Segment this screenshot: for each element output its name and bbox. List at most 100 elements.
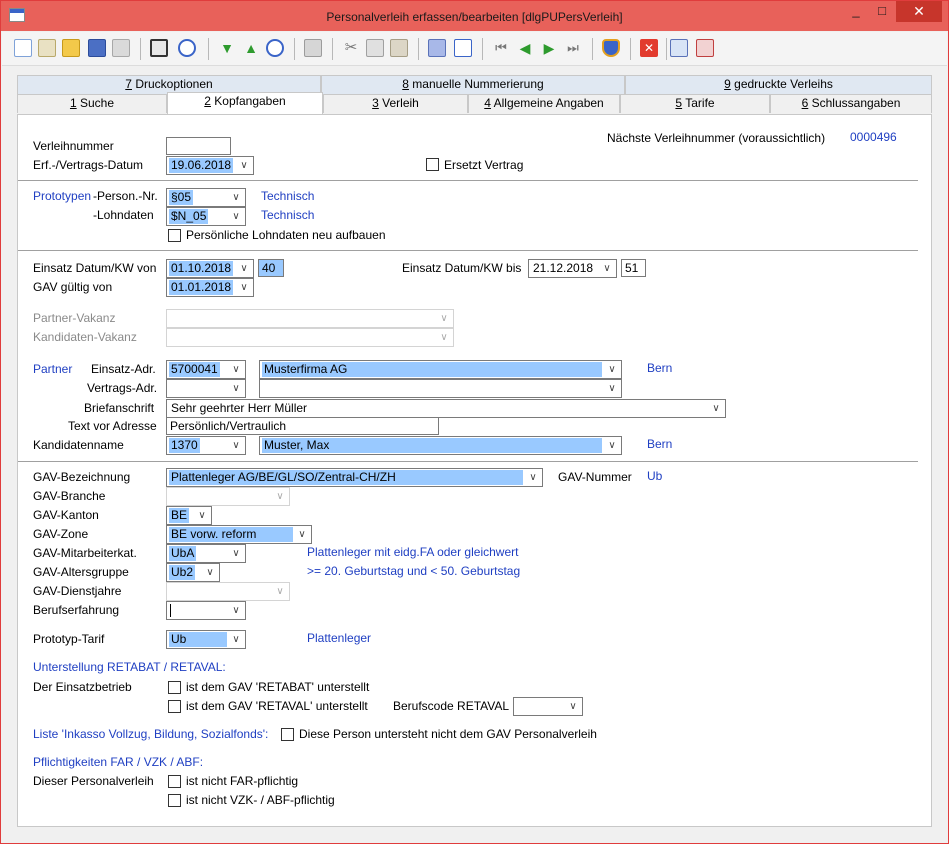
folder-icon[interactable] (62, 39, 80, 57)
chevron-down-icon: ∨ (712, 403, 720, 414)
gav-kanton-dropdown[interactable]: BE ∨ (166, 506, 212, 525)
shield-icon[interactable] (602, 39, 620, 57)
close-button[interactable]: ✕ (896, 1, 942, 22)
ersetzt-vertrag-checkbox[interactable] (426, 158, 439, 171)
paste-icon[interactable] (390, 39, 408, 57)
berufserfahrung-label: Berufserfahrung (33, 603, 120, 617)
gav-dienstjahre-dropdown[interactable]: ∨ (166, 582, 290, 601)
first-icon[interactable]: ⏮ (492, 39, 510, 57)
save-icon[interactable] (88, 39, 106, 57)
tab-tarife[interactable]: 5 Tarife (620, 94, 770, 113)
lohndaten-neu-label: Persönliche Lohndaten neu aufbauen (186, 228, 386, 242)
person-nr-label: -Person.-Nr. (93, 189, 158, 203)
layout-icon[interactable] (150, 39, 168, 57)
tab-kopfangaben[interactable]: 2 Kopfangaben (167, 92, 323, 114)
gav-branche-dropdown[interactable]: ∨ (166, 487, 290, 506)
prototyp-tarif-dropdown[interactable]: Ub ∨ (166, 630, 246, 649)
text-caret (170, 604, 171, 617)
tab-suche[interactable]: 1 Suche (17, 94, 167, 113)
arrow-up-icon[interactable]: ▲ (242, 39, 260, 57)
toolbar-separator (630, 38, 631, 60)
print-preview-icon[interactable] (112, 39, 130, 57)
chevron-down-icon: ∨ (206, 567, 214, 578)
einsatz-adr-ort: Bern (647, 361, 673, 375)
berufserfahrung-dropdown[interactable]: ∨ (166, 601, 246, 620)
einsatz-bis-date[interactable]: 21.12.2018 ∨ (528, 259, 617, 278)
tab-allgemeine-angaben[interactable]: 4 Allgemeine Angaben (468, 94, 620, 113)
search-icon[interactable] (178, 39, 196, 57)
tab-schlussangaben[interactable]: 6 Schlussangaben (770, 94, 932, 113)
partner-vakanz-dropdown[interactable]: ∨ (166, 309, 454, 328)
gav-gueltig-date[interactable]: 01.01.2018 ∨ (166, 278, 254, 297)
kandidat-nr[interactable]: 1370 ∨ (166, 436, 246, 455)
copy-icon[interactable] (366, 39, 384, 57)
inkasso-checkbox[interactable] (281, 728, 294, 741)
text-vor-adresse-field[interactable]: Persönlich/Vertraulich (166, 417, 439, 435)
chevron-down-icon: ∨ (232, 383, 240, 394)
erf-datum-picker[interactable]: 19.06.2018 ∨ (166, 156, 254, 175)
gav-altersgruppe-dropdown[interactable]: Ub2 ∨ (166, 563, 220, 582)
einsatz-adr-name[interactable]: Musterfirma AG ∨ (259, 360, 622, 379)
toolbar-separator (666, 38, 667, 60)
tab-verleih[interactable]: 3 Verleih (323, 94, 468, 113)
maximize-button[interactable]: □ (869, 1, 895, 22)
retaval-checkbox-label: ist dem GAV 'RETAVAL' unterstellt (186, 699, 368, 713)
inkasso-section-label: Liste 'Inkasso Vollzug, Bildung, Sozialf… (33, 727, 269, 741)
retabat-checkbox[interactable] (168, 681, 181, 694)
cancel-icon[interactable] (696, 39, 714, 57)
prev-icon[interactable]: ◀ (516, 39, 534, 57)
retaval-checkbox[interactable] (168, 700, 181, 713)
far-checkbox[interactable] (168, 775, 181, 788)
einsatz-von-date[interactable]: 01.10.2018 ∨ (166, 259, 254, 278)
new-icon[interactable] (14, 39, 32, 57)
einsatz-bis-label: Einsatz Datum/KW bis (402, 261, 522, 275)
delete-icon[interactable]: ✕ (640, 39, 658, 57)
gav-kanton-label: GAV-Kanton (33, 508, 99, 522)
vertrags-adr-label: Vertrags-Adr. (87, 381, 158, 395)
verleihnummer-field[interactable] (166, 137, 231, 155)
tab-manuelle-nummerierung[interactable]: 8 manuelle Nummerierung (321, 75, 625, 94)
last-icon[interactable]: ⏭ (564, 39, 582, 57)
cut-icon[interactable]: ✂ (342, 39, 360, 57)
vertrags-adr-name[interactable]: ∨ (259, 379, 622, 398)
berufscode-retaval-dropdown[interactable]: ∨ (513, 697, 583, 716)
chevron-down-icon: ∨ (232, 634, 240, 645)
vzk-abf-checkbox[interactable] (168, 794, 181, 807)
divider (18, 180, 918, 181)
lohndaten-neu-checkbox[interactable] (168, 229, 181, 242)
prototypen-label: Prototypen (33, 189, 92, 203)
kandidat-name[interactable]: Muster, Max ∨ (259, 436, 622, 455)
briefanschrift-dropdown[interactable]: Sehr geehrter Herr Müller ∨ (166, 399, 726, 418)
gav-dienstjahre-label: GAV-Dienstjahre (33, 584, 122, 598)
person-nr-dropdown[interactable]: §05 ∨ (166, 188, 246, 207)
gav-altersgruppe-info: >= 20. Geburtstag und < 50. Geburtstag (307, 564, 521, 578)
gav-zone-label: GAV-Zone (33, 527, 89, 541)
open-icon[interactable] (38, 39, 56, 57)
lohndaten-dropdown[interactable]: $N_05 ∨ (166, 207, 246, 226)
printer-icon[interactable] (304, 39, 322, 57)
refresh-icon[interactable] (670, 39, 688, 57)
gav-mitarbeiterkat-dropdown[interactable]: UbA ∨ (166, 544, 246, 563)
list-icon[interactable] (428, 39, 446, 57)
einsatz-adr-nr[interactable]: 5700041 ∨ (166, 360, 246, 379)
kandidaten-vakanz-dropdown[interactable]: ∨ (166, 328, 454, 347)
gav-bezeichnung-dropdown[interactable]: Plattenleger AG/BE/GL/SO/Zentral-CH/ZH ∨ (166, 468, 543, 487)
next-icon[interactable]: ▶ (540, 39, 558, 57)
gav-nummer-label: GAV-Nummer (558, 470, 632, 484)
kandidatenname-label: Kandidatenname (33, 438, 124, 452)
arrow-down-icon[interactable]: ▼ (218, 39, 236, 57)
tab-gedruckte-verleihs[interactable]: 9 gedruckte Verleihs (625, 75, 932, 94)
vertrags-adr-nr[interactable]: ∨ (166, 379, 246, 398)
minimize-button[interactable]: _ (843, 1, 869, 22)
chevron-down-icon: ∨ (232, 548, 240, 559)
einsatz-von-kw[interactable]: 40 (258, 259, 284, 277)
edit-icon[interactable] (454, 39, 472, 57)
gav-zone-dropdown[interactable]: BE vorw. reform ∨ (166, 525, 312, 544)
far-checkbox-label: ist nicht FAR-pflichtig (186, 774, 299, 788)
erf-datum-label: Erf.-/Vertrags-Datum (33, 158, 144, 172)
find-icon[interactable] (266, 39, 284, 57)
einsatz-bis-kw[interactable]: 51 (621, 259, 646, 277)
person-nr-info: Technisch (261, 189, 315, 203)
text-vor-adresse-label: Text vor Adresse (68, 419, 157, 433)
erf-datum-value: 19.06.2018 (169, 158, 234, 173)
